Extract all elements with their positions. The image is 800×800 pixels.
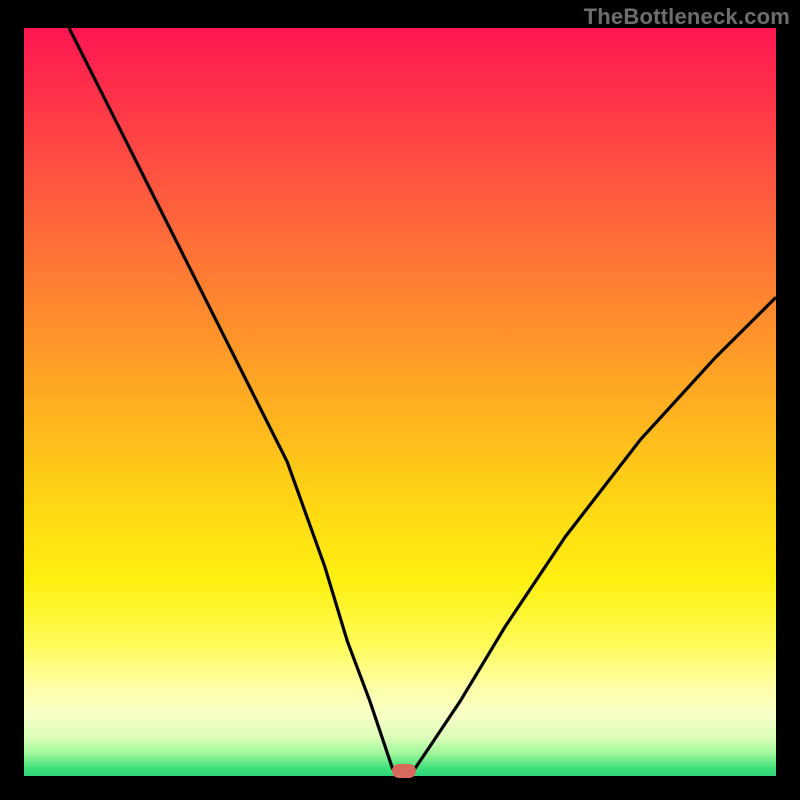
chart-frame: TheBottleneck.com <box>0 0 800 800</box>
watermark-text: TheBottleneck.com <box>584 4 790 30</box>
plot-area <box>24 28 776 776</box>
minimum-marker <box>392 764 416 778</box>
bottleneck-curve <box>24 28 776 776</box>
